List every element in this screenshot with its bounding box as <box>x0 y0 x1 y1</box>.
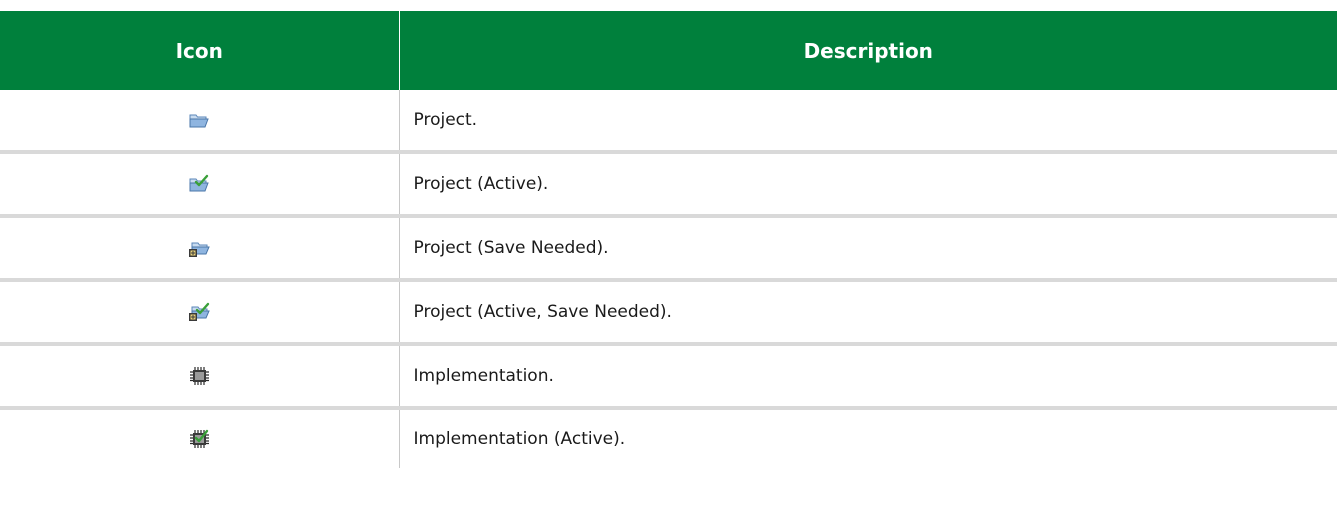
icon-cell <box>0 152 400 218</box>
description-cell: Project (Active, Save Needed). <box>399 280 1337 346</box>
column-header-description: Description <box>399 11 1337 90</box>
icon-reference-table: Icon Description Project. Project (Activ… <box>0 11 1337 468</box>
project-active-save-needed-icon <box>188 302 211 322</box>
icon-cell <box>0 216 400 282</box>
project-active-icon <box>188 174 210 194</box>
project-save-needed-icon <box>188 238 211 258</box>
table-row: Project (Active). <box>0 152 1337 218</box>
description-cell: Project (Save Needed). <box>399 216 1337 282</box>
icon-cell <box>0 90 400 154</box>
table-row: Project (Save Needed). <box>0 216 1337 282</box>
description-cell: Project. <box>399 90 1337 154</box>
page: Icon Description Project. Project (Activ… <box>0 0 1337 518</box>
project-folder-icon <box>188 110 210 130</box>
icon-cell <box>0 344 400 410</box>
table-header-row: Icon Description <box>0 11 1337 90</box>
implementation-chip-icon <box>188 366 210 386</box>
table-row: Project (Active, Save Needed). <box>0 280 1337 346</box>
table-row: Implementation. <box>0 344 1337 410</box>
implementation-active-icon <box>188 429 210 449</box>
column-header-icon: Icon <box>0 11 400 90</box>
description-cell: Project (Active). <box>399 152 1337 218</box>
table-row: Implementation (Active). <box>0 408 1337 468</box>
table-row: Project. <box>0 90 1337 154</box>
icon-cell <box>0 280 400 346</box>
icon-cell <box>0 408 400 468</box>
description-cell: Implementation (Active). <box>413 429 626 449</box>
description-cell: Implementation. <box>399 344 1337 410</box>
